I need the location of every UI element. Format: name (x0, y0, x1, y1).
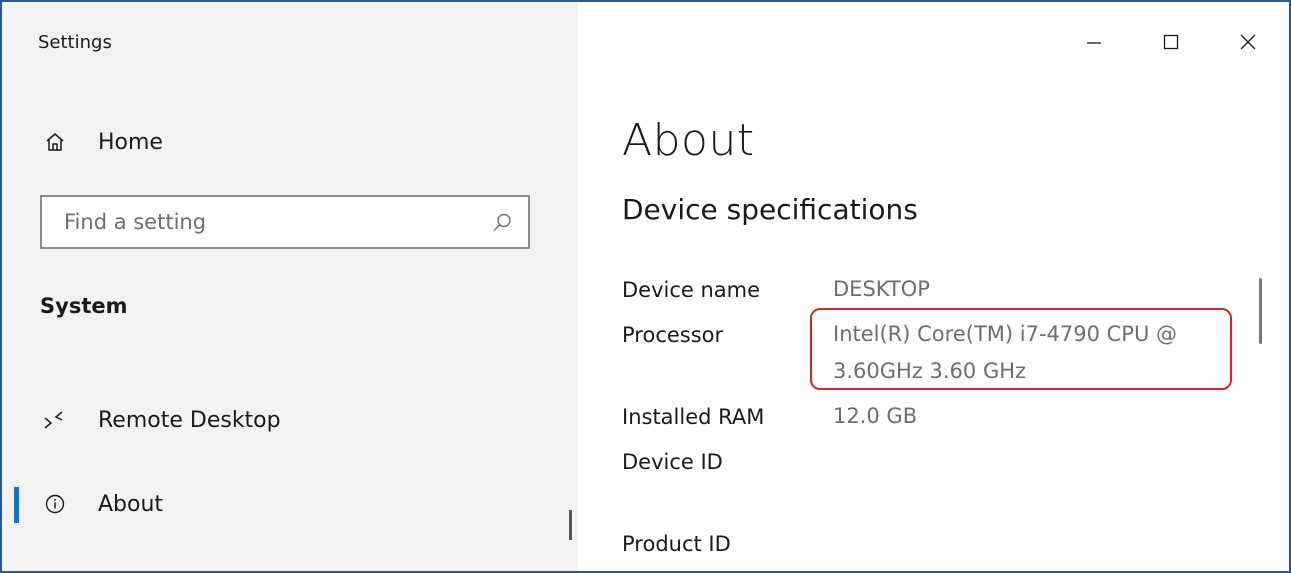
close-icon (1240, 34, 1256, 50)
search-icon[interactable] (490, 211, 514, 235)
section-subtitle: Device specifications (622, 193, 918, 226)
sidebar-item-remote-desktop[interactable]: Remote Desktop (2, 392, 578, 448)
main-content: About Device specifications Device name … (578, 2, 1289, 571)
sidebar-item-home[interactable]: Home (2, 114, 578, 170)
info-icon (42, 491, 68, 517)
spec-label-product-id: Product ID (622, 532, 731, 556)
sidebar-item-label: Remote Desktop (98, 407, 281, 433)
main-scrollbar[interactable] (1259, 278, 1262, 344)
settings-window: Settings Home Find a setting System Remo… (0, 0, 1291, 573)
close-button[interactable] (1228, 22, 1268, 62)
maximize-button[interactable] (1151, 22, 1191, 62)
app-title: Settings (38, 32, 112, 53)
maximize-icon (1163, 34, 1179, 50)
sidebar: Settings Home Find a setting System Remo… (2, 2, 578, 571)
section-heading-system: System (40, 294, 128, 318)
sidebar-scrollbar[interactable] (569, 510, 572, 540)
sidebar-item-label: Home (98, 129, 163, 155)
remote-desktop-icon (42, 407, 68, 433)
minimize-button[interactable] (1074, 22, 1114, 62)
sidebar-item-about[interactable]: About (2, 476, 578, 532)
search-input[interactable]: Find a setting (40, 195, 530, 249)
sidebar-item-label: About (98, 491, 164, 517)
spec-label-processor: Processor (622, 323, 724, 347)
minimize-icon (1087, 42, 1101, 44)
spec-label-device-id: Device ID (622, 450, 723, 474)
spec-label-device-name: Device name (622, 278, 761, 302)
spec-value-device-name: DESKTOP (833, 277, 930, 301)
spec-label-installed-ram: Installed RAM (622, 405, 765, 429)
search-placeholder: Find a setting (64, 210, 207, 234)
spec-value-installed-ram: 12.0 GB (833, 404, 918, 428)
home-icon (42, 129, 68, 155)
highlight-box (810, 308, 1232, 390)
page-title: About (622, 115, 755, 166)
